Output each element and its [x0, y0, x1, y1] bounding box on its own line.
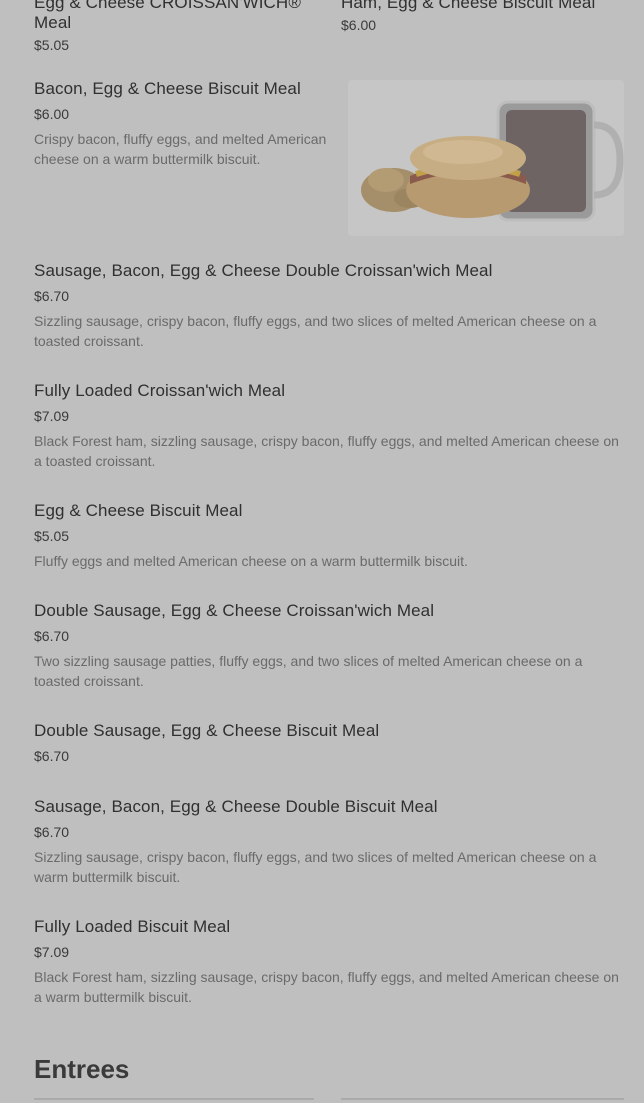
- menu-item-price: $6.70: [34, 288, 70, 304]
- menu-item-fully-loaded-croissanwich-meal[interactable]: Fully Loaded Croissan'wich Meal $7.09 Bl…: [34, 381, 624, 471]
- menu-item-name: Egg & Cheese Biscuit Meal: [34, 501, 243, 520]
- menu-item-name: Sausage, Bacon, Egg & Cheese Double Croi…: [34, 261, 493, 280]
- menu-item-name: Egg & Cheese CROISSAN'WICH® Meal: [34, 0, 301, 32]
- menu-item-description: Sizzling sausage, crispy bacon, fluffy e…: [34, 849, 597, 885]
- menu-item-name: Sausage, Bacon, Egg & Cheese Double Bisc…: [34, 797, 438, 816]
- breakfast-meal-photo-icon[interactable]: [348, 80, 624, 236]
- card-top-edge: [341, 1098, 624, 1100]
- menu-item-description: Black Forest ham, sizzling sausage, cris…: [34, 433, 619, 469]
- menu-item-price: $6.70: [34, 748, 70, 764]
- menu-item-name: Double Sausage, Egg & Cheese Croissan'wi…: [34, 601, 435, 620]
- menu-item-bacon-egg-cheese-biscuit-meal[interactable]: Bacon, Egg & Cheese Biscuit Meal $6.00 C…: [34, 79, 340, 169]
- menu-item-ham-egg-cheese-biscuit-meal[interactable]: Ham, Egg & Cheese Biscuit Meal $6.00: [341, 0, 621, 34]
- menu-item-price: $6.00: [34, 106, 70, 122]
- menu-item-price: $5.05: [34, 37, 70, 53]
- menu-item-price: $7.09: [34, 408, 70, 424]
- menu-item-name: Fully Loaded Biscuit Meal: [34, 917, 231, 936]
- menu-item-description: Black Forest ham, sizzling sausage, cris…: [34, 969, 619, 1005]
- meal-illustration: [361, 100, 624, 222]
- menu-item-description: Sizzling sausage, crispy bacon, fluffy e…: [34, 313, 597, 349]
- menu-item-price: $7.09: [34, 944, 70, 960]
- menu-item-egg-cheese-biscuit-meal[interactable]: Egg & Cheese Biscuit Meal $5.05 Fluffy e…: [34, 501, 624, 571]
- menu-item-price: $6.00: [341, 17, 377, 33]
- menu-item-name: Ham, Egg & Cheese Biscuit Meal: [341, 0, 596, 12]
- menu-item-description: Fluffy eggs and melted American cheese o…: [34, 553, 468, 569]
- menu-item-description: Crispy bacon, fluffy eggs, and melted Am…: [34, 131, 327, 167]
- menu-item-double-sausage-egg-cheese-biscuit-meal[interactable]: Double Sausage, Egg & Cheese Biscuit Mea…: [34, 721, 624, 765]
- menu-item-sausage-bacon-egg-cheese-double-biscuit-meal[interactable]: Sausage, Bacon, Egg & Cheese Double Bisc…: [34, 797, 624, 887]
- section-title-entrees: Entrees: [34, 1054, 130, 1084]
- menu-item-fully-loaded-biscuit-meal[interactable]: Fully Loaded Biscuit Meal $7.09 Black Fo…: [34, 917, 624, 1007]
- menu-item-name: Bacon, Egg & Cheese Biscuit Meal: [34, 79, 301, 98]
- menu-item-double-sausage-egg-cheese-croissanwich-meal[interactable]: Double Sausage, Egg & Cheese Croissan'wi…: [34, 601, 624, 691]
- menu-item-name: Fully Loaded Croissan'wich Meal: [34, 381, 286, 400]
- menu-item-price: $6.70: [34, 824, 70, 840]
- menu-item-price: $5.05: [34, 528, 70, 544]
- menu-item-egg-cheese-croissanwich-meal[interactable]: Egg & Cheese CROISSAN'WICH® Meal $5.05: [34, 0, 304, 54]
- menu-item-description: Two sizzling sausage patties, fluffy egg…: [34, 653, 583, 689]
- menu-item-name: Double Sausage, Egg & Cheese Biscuit Mea…: [34, 721, 380, 740]
- menu-item-sausage-bacon-egg-cheese-double-croissanwich-meal[interactable]: Sausage, Bacon, Egg & Cheese Double Croi…: [34, 261, 624, 351]
- card-top-edge: [34, 1098, 314, 1100]
- menu-item-price: $6.70: [34, 628, 70, 644]
- menu-page: Egg & Cheese CROISSAN'WICH® Meal $5.05 H…: [0, 0, 644, 1103]
